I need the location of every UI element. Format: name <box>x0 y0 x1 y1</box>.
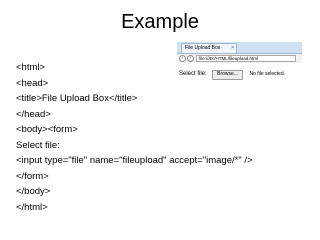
browser-tab-title: File Upload Box <box>185 45 221 51</box>
file-status-text: No file selected. <box>249 71 286 78</box>
address-bar[interactable]: file:///D:/HTML/fileupload.html <box>196 55 296 62</box>
back-arrow-icon[interactable]: ‹ <box>179 55 186 62</box>
browser-page-content: Select file: Browse... No file selected. <box>177 63 302 80</box>
code-line: <body><form> <box>16 124 78 135</box>
browser-screenshot: File Upload Box × ‹ › file:///D:/HTML/fi… <box>177 42 302 80</box>
forward-arrow-icon[interactable]: › <box>187 55 194 62</box>
code-line: </body> <box>16 186 51 197</box>
select-file-label: Select file: <box>179 71 207 78</box>
file-upload-row: Select file: Browse... No file selected. <box>179 66 285 80</box>
tab-close-icon[interactable]: × <box>231 44 234 53</box>
slide-title: Example <box>121 11 199 33</box>
code-line: </head> <box>16 108 51 120</box>
code-line: Select file: <box>16 139 60 151</box>
code-line: </form> <box>16 170 49 182</box>
code-block: <html> <head> <title>File Upload Box</ti… <box>16 60 316 215</box>
browser-tab-strip: File Upload Box × <box>177 42 302 54</box>
browse-button[interactable]: Browse... <box>212 69 243 80</box>
code-line: <title>File Upload Box</title> <box>16 93 138 104</box>
browser-tab[interactable]: File Upload Box × <box>181 43 237 53</box>
code-line: </html> <box>16 201 48 213</box>
browser-nav-bar: ‹ › file:///D:/HTML/fileupload.html <box>177 54 302 63</box>
code-line: <input type="file" name="fileupload" acc… <box>16 155 253 166</box>
